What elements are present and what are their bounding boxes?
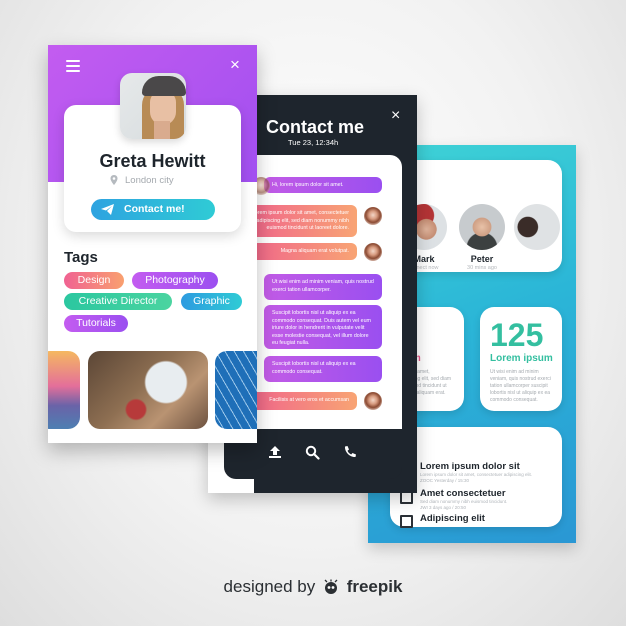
share-meta: JWI 3 days ago / 20:50: [420, 505, 467, 510]
contact-me-button[interactable]: Contact me!: [91, 199, 215, 220]
profile-screen: × Greta Hewitt London city Contact me! T…: [48, 45, 257, 443]
stat-label: Lorem ipsum: [490, 353, 553, 364]
share-meta: ZOOC Yesterday / 15:30: [420, 478, 470, 483]
phone-icon[interactable]: [343, 445, 357, 463]
friend-partial[interactable]: [514, 204, 560, 250]
message-bubble: Lorem ipsum dolor sit amet, consectetuer…: [242, 205, 357, 237]
stat-text: Ut wisi enim ad minim veniam, quis nostr…: [490, 369, 551, 403]
gallery-image[interactable]: [48, 351, 80, 429]
tag-design[interactable]: Design: [64, 272, 124, 289]
message-bubble: Hi, lorem ipsum dolor sit amet.: [264, 177, 382, 193]
tag-graphic[interactable]: Graphic: [181, 293, 242, 310]
message-bubble: Suscipit lobortis nisl ut aliquip ex ea …: [264, 356, 382, 382]
credit-prefix: designed by: [223, 577, 316, 596]
message-bubble: Ut wisi enim ad minim veniam, quis nostr…: [264, 274, 382, 300]
profile-photo: [120, 73, 186, 139]
freepik-logo-icon: [322, 579, 340, 594]
profile-location: London city: [125, 175, 174, 186]
message-bubble: Facilisis at vero eros et accumsan: [242, 392, 357, 410]
tags-title: Tags: [64, 249, 98, 266]
share-title: Amet consectetuer: [420, 488, 506, 499]
paper-plane-icon: [101, 204, 114, 215]
share-title: Adipiscing elit: [420, 513, 485, 524]
user-avatar: [364, 392, 382, 410]
gallery-image[interactable]: [215, 351, 257, 429]
credit-line: designed by freepik: [0, 577, 626, 597]
user-avatar: [364, 207, 382, 225]
gallery-image[interactable]: [88, 351, 208, 429]
chat-title: Contact me: [266, 117, 365, 137]
friend-avatar: [459, 204, 505, 250]
stat-card: 125 Lorem ipsum Ut wisi enim ad minim ve…: [480, 307, 562, 411]
share-item[interactable]: Amet consectetuer Sed diam nonummy nibh …: [420, 488, 507, 511]
credit-brand: freepik: [346, 577, 403, 596]
photo-gallery: [48, 351, 257, 429]
map-pin-icon: [110, 175, 118, 185]
user-avatar: [364, 243, 382, 261]
document-icon: [400, 515, 413, 528]
search-icon[interactable]: [305, 445, 320, 464]
message-bubble: Suscipit lobortis nisl ut aliquip ex ea …: [264, 305, 382, 349]
tag-tutorials[interactable]: Tutorials: [64, 315, 128, 332]
share-title: Lorem ipsum dolor sit: [420, 461, 520, 472]
contact-me-label: Contact me!: [124, 203, 185, 215]
friend-status: 30 mins ago: [467, 265, 497, 271]
chat-date: Tue 23, 12:34h: [288, 138, 339, 147]
message-bubble: Magna aliquam erat volutpat.: [242, 243, 357, 260]
hamburger-icon[interactable]: [66, 60, 80, 72]
close-icon[interactable]: ×: [391, 107, 400, 125]
friend-name: Peter: [470, 254, 494, 264]
tag-photography[interactable]: Photography: [132, 272, 218, 289]
profile-name: Greta Hewitt: [99, 151, 206, 171]
upload-icon[interactable]: [268, 445, 282, 463]
friend-peter[interactable]: Peter 30 mins ago: [456, 204, 508, 271]
tag-creative-director[interactable]: Creative Director: [64, 293, 172, 310]
friend-avatar: [514, 204, 560, 250]
close-icon[interactable]: ×: [230, 55, 240, 75]
share-item[interactable]: Adipiscing elit: [420, 513, 485, 524]
stat-value: 125: [490, 317, 544, 353]
share-item[interactable]: Lorem ipsum dolor sit Lorem ipsum dolor …: [420, 461, 532, 484]
